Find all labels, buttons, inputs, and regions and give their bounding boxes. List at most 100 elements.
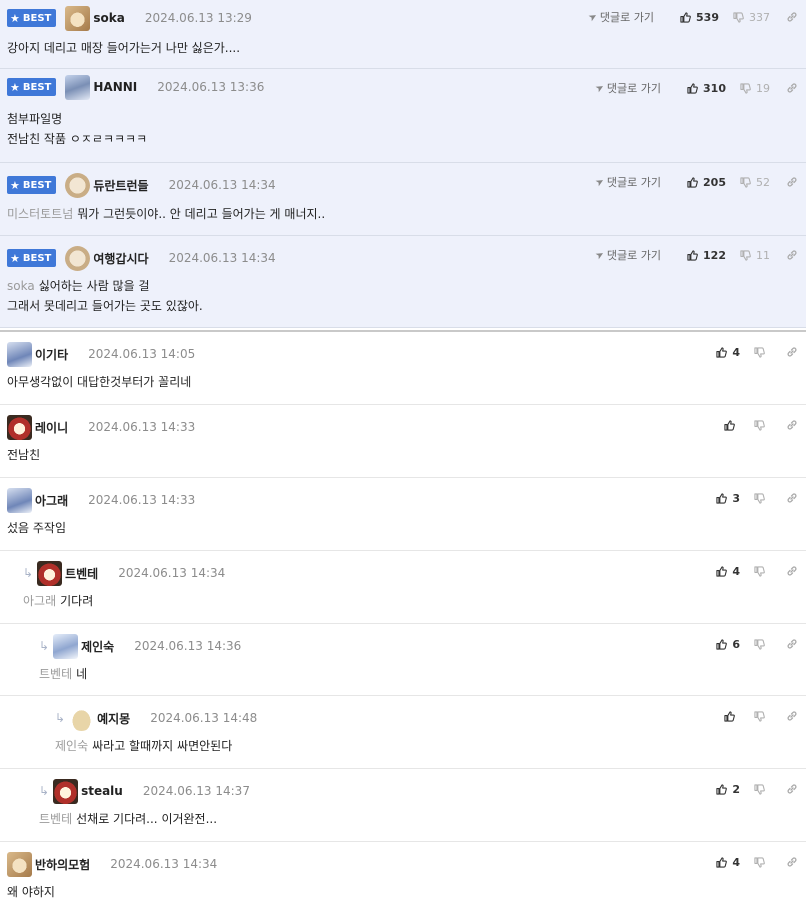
dislike-button[interactable] [754,566,770,577]
author-nick[interactable]: 듀란트런들 [93,177,148,194]
dislike-button[interactable]: 11 [740,249,770,262]
link-icon[interactable] [786,419,798,431]
comment-actions: ➤ 댓글로 가기 310 19 [593,79,798,97]
dog-avatar-icon[interactable] [65,5,91,31]
mention-nick[interactable]: 미스터토트넘 [7,207,73,221]
thumbs-down-icon [754,784,765,795]
link-icon[interactable] [786,82,798,94]
like-button[interactable] [724,711,740,722]
comment-actions: 3 [702,489,798,507]
author-nick[interactable]: 여행갑시다 [93,250,148,267]
goto-reply-label: 댓글로 가기 [606,82,662,95]
best-comment: ★ BEST 듀란트런들 2024.06.13 14:34 ➤ 댓글로 가기 205… [0,163,806,236]
link-icon[interactable] [786,11,798,23]
like-count: 539 [696,10,719,24]
link-icon[interactable] [786,176,798,188]
like-button[interactable] [724,420,740,431]
comment-date: 2024.06.13 14:37 [142,784,250,798]
link-icon[interactable] [786,638,798,650]
dislike-button[interactable] [754,711,770,722]
dislike-button[interactable]: 19 [740,82,770,95]
author-nick[interactable]: HANNI [93,80,137,94]
like-button[interactable]: 6 [716,638,740,651]
like-button[interactable]: 4 [716,565,740,578]
user-avatar-icon[interactable] [69,705,95,731]
dislike-button[interactable]: 337 [733,11,770,24]
comment-body: 트벤테 네 [39,664,87,684]
user-avatar-icon[interactable] [37,560,63,586]
link-icon[interactable] [786,346,798,358]
link-icon[interactable] [786,710,798,722]
best-badge: ★ BEST [7,176,57,194]
link-icon[interactable] [786,856,798,868]
photo-avatar-icon[interactable] [65,74,91,100]
author-nick[interactable]: 레이니 [35,419,68,436]
author-nick[interactable]: 아그래 [35,492,68,509]
dislike-button[interactable] [754,784,770,795]
author-nick[interactable]: 트벤테 [65,565,98,582]
reply-comment: ↳ 예지몽 2024.06.13 14:48 제인숙 싸라고 할때까지 싸면안된다 [0,696,806,769]
author-nick[interactable]: 반하의모험 [35,856,90,873]
thumbs-up-icon [680,12,691,23]
like-count: 122 [703,248,726,262]
like-button[interactable]: 122 [687,249,726,262]
comment-header: 레이니 2024.06.13 14:33 [7,409,195,445]
author-nick[interactable]: 예지몽 [97,710,130,727]
like-button[interactable]: 205 [687,176,726,189]
link-icon[interactable] [786,565,798,577]
thumbs-down-icon [740,250,751,261]
author-nick[interactable]: 제인숙 [81,638,114,655]
thumbs-up-icon [687,177,698,188]
dog-avatar-icon[interactable] [7,851,32,877]
comment-text: 전남친 [7,448,41,462]
comment-header: ↳ 예지몽 2024.06.13 14:48 [55,700,257,736]
comment-date: 2024.06.13 14:33 [88,420,196,434]
like-button[interactable]: 539 [680,11,719,24]
user-avatar-icon[interactable] [7,341,32,367]
mention-nick[interactable]: 제인숙 [55,739,88,753]
mention-nick[interactable]: 트벤테 [39,667,72,681]
like-button[interactable]: 4 [716,346,740,359]
dislike-button[interactable]: 52 [740,176,770,189]
user-avatar-icon[interactable] [7,487,32,513]
author-nick[interactable]: 이기타 [35,346,68,363]
dislike-button[interactable] [754,493,770,504]
mention-nick[interactable]: 트벤테 [39,812,72,826]
comment-text: 첨부파일명 전남친 작품 ㅇㅈㄹㅋㅋㅋㅋ [7,112,148,146]
puppy-avatar-icon[interactable] [65,245,91,271]
comment-body: 아무생각없이 대답한것부터가 꼴리네 [7,372,191,392]
like-button[interactable]: 3 [716,492,740,505]
puppy-avatar-icon[interactable] [65,172,91,198]
goto-reply-link[interactable]: ➤ 댓글로 가기 [593,80,662,96]
goto-reply-link[interactable]: ➤ 댓글로 가기 [593,174,661,190]
like-button[interactable]: 4 [716,856,740,869]
author-nick[interactable]: soka [93,11,124,25]
like-count: 205 [703,175,726,189]
mention-nick[interactable]: soka [7,279,35,293]
like-button[interactable]: 2 [716,783,740,796]
like-button[interactable]: 310 [687,82,726,95]
comment-text: 뭐가 그런듯이야.. 안 데리고 들어가는 게 매너지.. [77,207,326,221]
link-icon[interactable] [786,249,798,261]
author-nick[interactable]: stealu [81,784,123,798]
user-avatar-icon[interactable] [53,778,79,804]
user-avatar-icon[interactable] [53,633,79,659]
link-icon[interactable] [786,783,798,795]
comment-header: ★ BEST 여행갑시다 2024.06.13 14:34 [7,240,276,276]
best-comment: ★ BEST 여행갑시다 2024.06.13 14:34 ➤ 댓글로 가기 122… [0,236,806,328]
comment-body: 첨부파일명 전남친 작품 ㅇㅈㄹㅋㅋㅋㅋ [7,109,147,149]
mention-nick[interactable]: 아그래 [23,594,56,608]
thumbs-down-icon [754,566,765,577]
dislike-count: 337 [749,10,770,24]
comment-date: 2024.06.13 13:36 [157,80,265,94]
goto-reply-link[interactable]: ➤ 댓글로 가기 [586,9,654,25]
goto-reply-link[interactable]: ➤ 댓글로 가기 [593,247,661,263]
dislike-button[interactable] [754,857,770,868]
dislike-button[interactable] [754,639,770,650]
dislike-button[interactable] [754,420,770,431]
dislike-button[interactable] [754,347,770,358]
user-avatar-icon[interactable] [7,414,32,440]
thumbs-down-icon [740,177,751,188]
link-icon[interactable] [786,492,798,504]
best-label: BEST [22,12,52,24]
